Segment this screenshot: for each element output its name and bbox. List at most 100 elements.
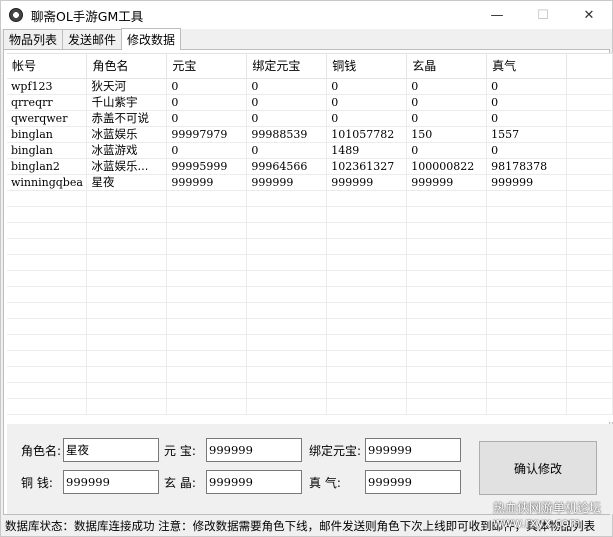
column-header-account[interactable]: 帐号 [7, 54, 88, 79]
cell-account[interactable]: qrreqrr [7, 94, 88, 111]
empty-cell [326, 222, 408, 239]
cell-zhenqi[interactable]: 1557 [486, 126, 568, 143]
bound-yuanbao-input[interactable]: 999999 [365, 438, 461, 462]
minimize-button[interactable]: — [474, 1, 520, 29]
cell-zhenqi[interactable]: 0 [486, 110, 568, 127]
empty-cell [86, 286, 168, 303]
cell-yuanbao[interactable]: 99997979 [166, 126, 248, 143]
table-row[interactable]: winningqbea 星夜 999999 999999 999999 999999 999… [7, 174, 613, 191]
empty-row [7, 254, 613, 271]
empty-cell [326, 318, 408, 335]
cell-bound-yuanbao[interactable]: 99964566 [246, 158, 328, 175]
empty-cell [166, 318, 248, 335]
xuanjing-input[interactable]: 999999 [206, 470, 302, 494]
table-row[interactable]: qrreqrr 千山紫宇 0 0 0 0 0 [7, 94, 613, 111]
table-row[interactable]: binglan 冰蓝游戏 0 0 1489 0 0 [7, 142, 613, 159]
cell-zhenqi[interactable]: 98178378 [486, 158, 568, 175]
empty-cell [326, 270, 408, 287]
cell-bound-yuanbao[interactable]: 99988539 [246, 126, 328, 143]
cell-zhenqi[interactable]: 0 [486, 94, 568, 111]
column-header-copper[interactable]: 铜钱 [326, 54, 408, 79]
cell-xuanjing[interactable]: 0 [406, 110, 488, 127]
empty-cell [406, 238, 488, 255]
cell-copper[interactable]: 0 [326, 94, 408, 111]
table-header-row: 帐号 角色名 元宝 绑定元宝 铜钱 玄晶 真气 [7, 54, 613, 79]
maximize-button[interactable]: ☐ [520, 1, 566, 29]
cell-role-name[interactable]: 星夜 [86, 174, 168, 191]
cell-copper[interactable]: 1489 [326, 142, 408, 159]
cell-bound-yuanbao[interactable]: 0 [246, 94, 328, 111]
cell-bound-yuanbao[interactable]: 0 [246, 78, 328, 95]
cell-role-name[interactable]: 千山紫宇 [86, 94, 168, 111]
cell-account[interactable]: winningqbea [7, 174, 88, 191]
cell-account[interactable]: wpf123 [7, 78, 88, 95]
empty-row [7, 366, 613, 383]
role-name-input[interactable]: 星夜 [63, 438, 159, 462]
cell-role-name[interactable]: 冰蓝娱乐 [86, 126, 168, 143]
yuanbao-input[interactable]: 999999 [206, 438, 302, 462]
empty-cell [86, 366, 168, 383]
column-header-bound-yuanbao[interactable]: 绑定元宝 [246, 54, 328, 79]
close-button[interactable]: ✕ [566, 1, 612, 29]
cell-bound-yuanbao[interactable]: 0 [246, 142, 328, 159]
empty-cell [406, 398, 488, 415]
cell-yuanbao[interactable]: 99995999 [166, 158, 248, 175]
cell-xuanjing[interactable]: 150 [406, 126, 488, 143]
player-data-grid[interactable]: 帐号 角色名 元宝 绑定元宝 铜钱 玄晶 真气 wpf123 狄天河 0 0 0 0 0 qr… [7, 53, 613, 422]
table-row[interactable]: qwerqwer 赤盖不可说 0 0 0 0 0 [7, 110, 613, 127]
cell-account[interactable]: binglan2 [7, 158, 88, 175]
column-header-yuanbao[interactable]: 元宝 [166, 54, 248, 79]
cell-xuanjing[interactable]: 999999 [406, 174, 488, 191]
empty-cell [246, 318, 328, 335]
cell-filler [566, 142, 613, 159]
cell-yuanbao[interactable]: 0 [166, 78, 248, 95]
table-row[interactable]: wpf123 狄天河 0 0 0 0 0 [7, 78, 613, 95]
column-header-xuanjing[interactable]: 玄晶 [406, 54, 488, 79]
tab-modify-data[interactable]: 修改数据 [121, 28, 182, 50]
cell-xuanjing[interactable]: 100000822 [406, 158, 488, 175]
cell-yuanbao[interactable]: 0 [166, 110, 248, 127]
cell-role-name[interactable]: 冰蓝娱乐... [86, 158, 168, 175]
empty-cell [406, 286, 488, 303]
empty-cell [166, 302, 248, 319]
tab-item-list[interactable]: 物品列表 [3, 29, 64, 49]
empty-cell [166, 238, 248, 255]
cell-zhenqi[interactable]: 999999 [486, 174, 568, 191]
cell-zhenqi[interactable]: 0 [486, 142, 568, 159]
table-row[interactable]: binglan2 冰蓝娱乐... 99995999 99964566 102361327… [7, 158, 613, 175]
cell-account[interactable]: binglan [7, 126, 88, 143]
cell-role-name[interactable]: 赤盖不可说 [86, 110, 168, 127]
cell-xuanjing[interactable]: 0 [406, 78, 488, 95]
cell-copper[interactable]: 0 [326, 110, 408, 127]
cell-account[interactable]: qwerqwer [7, 110, 88, 127]
copper-input[interactable]: 999999 [63, 470, 159, 494]
column-header-zhenqi[interactable]: 真气 [486, 54, 568, 79]
cell-copper[interactable]: 102361327 [326, 158, 408, 175]
zhenqi-input[interactable]: 999999 [365, 470, 461, 494]
cell-copper[interactable]: 101057782 [326, 126, 408, 143]
cell-zhenqi[interactable]: 0 [486, 78, 568, 95]
cell-bound-yuanbao[interactable]: 999999 [246, 174, 328, 191]
table-row[interactable]: binglan 冰蓝娱乐 99997979 99988539 101057782 150 1… [7, 126, 613, 143]
cell-role-name[interactable]: 冰蓝游戏 [86, 142, 168, 159]
cell-account[interactable]: binglan [7, 142, 88, 159]
cell-yuanbao[interactable]: 0 [166, 142, 248, 159]
confirm-modify-button[interactable]: 确认修改 [479, 441, 597, 495]
empty-row [7, 382, 613, 399]
cell-xuanjing[interactable]: 0 [406, 142, 488, 159]
cell-bound-yuanbao[interactable]: 0 [246, 110, 328, 127]
cell-yuanbao[interactable]: 999999 [166, 174, 248, 191]
tab-strip: 物品列表 发送邮件 修改数据 [3, 28, 182, 50]
cell-yuanbao[interactable]: 0 [166, 94, 248, 111]
column-header-role-name[interactable]: 角色名 [86, 54, 168, 79]
cell-copper[interactable]: 999999 [326, 174, 408, 191]
cell-copper[interactable]: 0 [326, 78, 408, 95]
title-bar[interactable]: 聊斋OL手游GM工具 — ☐ ✕ [1, 1, 612, 29]
empty-cell [326, 286, 408, 303]
tab-send-mail[interactable]: 发送邮件 [62, 29, 123, 49]
empty-cell [246, 382, 328, 399]
empty-cell [7, 366, 88, 383]
cell-xuanjing[interactable]: 0 [406, 94, 488, 111]
empty-cell [486, 350, 568, 367]
cell-role-name[interactable]: 狄天河 [86, 78, 168, 95]
